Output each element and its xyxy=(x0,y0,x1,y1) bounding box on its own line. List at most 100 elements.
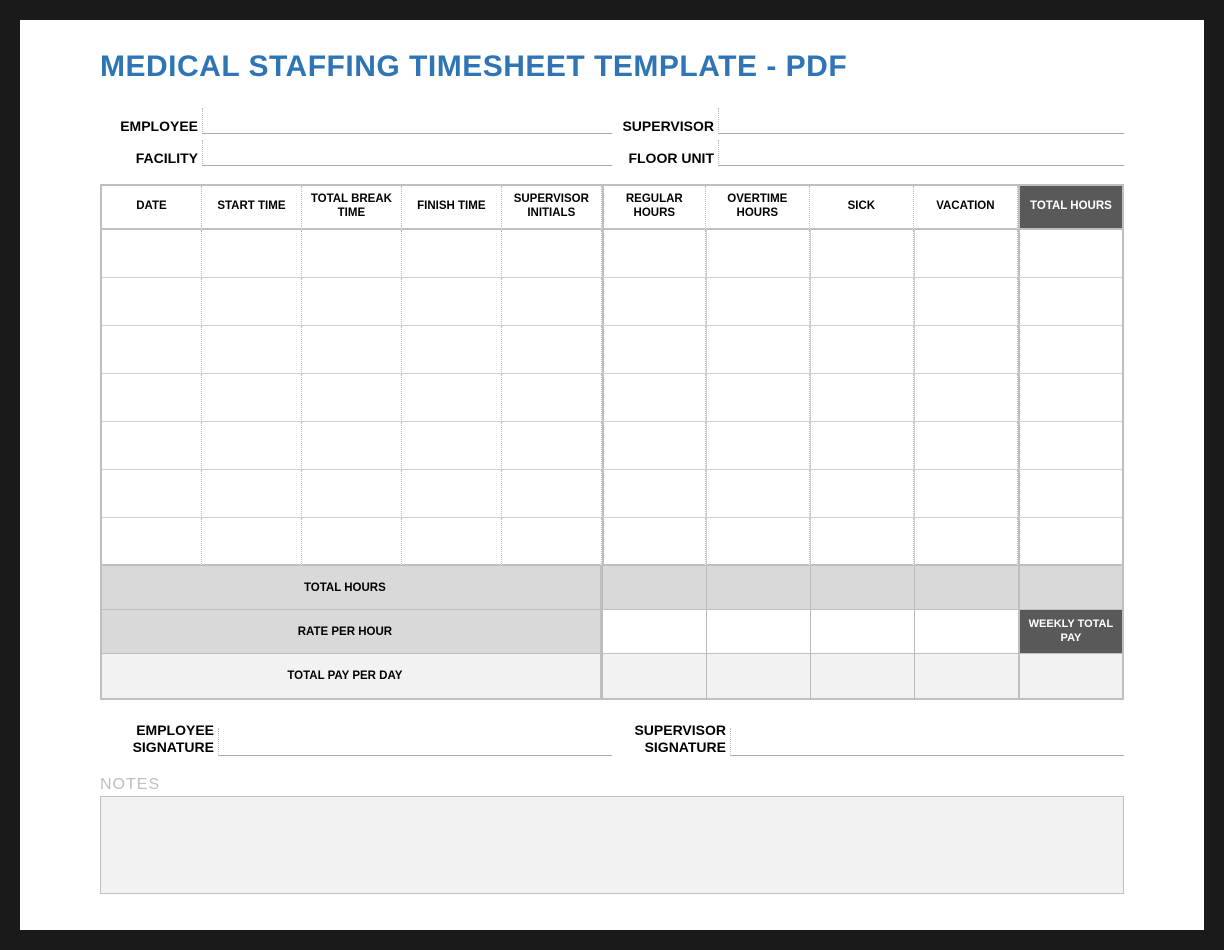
cell-sick[interactable] xyxy=(810,518,914,566)
cell-supervisor-initials[interactable] xyxy=(502,230,602,278)
cell-overtime-hours[interactable] xyxy=(706,422,810,470)
rate-vacation[interactable] xyxy=(914,610,1018,654)
total-pay-per-day-label: TOTAL PAY PER DAY xyxy=(102,654,602,698)
floor-unit-field[interactable] xyxy=(718,140,1124,166)
cell-total-hours[interactable] xyxy=(1018,230,1122,278)
pay-vacation[interactable] xyxy=(914,654,1018,698)
cell-supervisor-initials[interactable] xyxy=(502,470,602,518)
cell-finish-time[interactable] xyxy=(402,422,502,470)
cell-vacation[interactable] xyxy=(914,422,1018,470)
cell-regular-hours[interactable] xyxy=(602,326,706,374)
cell-supervisor-initials[interactable] xyxy=(502,278,602,326)
cell-overtime-hours[interactable] xyxy=(706,470,810,518)
total-hours-overtime[interactable] xyxy=(706,566,810,610)
cell-finish-time[interactable] xyxy=(402,470,502,518)
cell-vacation[interactable] xyxy=(914,230,1018,278)
cell-total-hours[interactable] xyxy=(1018,422,1122,470)
cell-regular-hours[interactable] xyxy=(602,470,706,518)
cell-total-hours[interactable] xyxy=(1018,374,1122,422)
total-hours-vacation[interactable] xyxy=(914,566,1018,610)
cell-vacation[interactable] xyxy=(914,374,1018,422)
col-sick: SICK xyxy=(810,186,914,230)
cell-finish-time[interactable] xyxy=(402,518,502,566)
cell-start-time[interactable] xyxy=(202,278,302,326)
pay-regular[interactable] xyxy=(602,654,706,698)
cell-finish-time[interactable] xyxy=(402,230,502,278)
cell-start-time[interactable] xyxy=(202,422,302,470)
cell-date[interactable] xyxy=(102,374,202,422)
cell-regular-hours[interactable] xyxy=(602,518,706,566)
cell-vacation[interactable] xyxy=(914,470,1018,518)
pay-sick[interactable] xyxy=(810,654,914,698)
cell-finish-time[interactable] xyxy=(402,374,502,422)
total-hours-regular[interactable] xyxy=(602,566,706,610)
pay-overtime[interactable] xyxy=(706,654,810,698)
cell-finish-time[interactable] xyxy=(402,278,502,326)
cell-total-hours[interactable] xyxy=(1018,518,1122,566)
cell-start-time[interactable] xyxy=(202,326,302,374)
cell-sick[interactable] xyxy=(810,326,914,374)
cell-date[interactable] xyxy=(102,470,202,518)
cell-vacation[interactable] xyxy=(914,278,1018,326)
col-total-hours: TOTAL HOURS xyxy=(1018,186,1122,230)
total-hours-sick[interactable] xyxy=(810,566,914,610)
cell-supervisor-initials[interactable] xyxy=(502,422,602,470)
cell-regular-hours[interactable] xyxy=(602,422,706,470)
cell-date[interactable] xyxy=(102,278,202,326)
cell-total-break-time[interactable] xyxy=(302,278,402,326)
rate-regular[interactable] xyxy=(602,610,706,654)
employee-signature-field[interactable] xyxy=(218,728,612,756)
cell-overtime-hours[interactable] xyxy=(706,518,810,566)
cell-overtime-hours[interactable] xyxy=(706,326,810,374)
cell-vacation[interactable] xyxy=(914,326,1018,374)
cell-sick[interactable] xyxy=(810,230,914,278)
cell-overtime-hours[interactable] xyxy=(706,374,810,422)
employee-label: EMPLOYEE xyxy=(100,118,202,134)
cell-regular-hours[interactable] xyxy=(602,374,706,422)
cell-supervisor-initials[interactable] xyxy=(502,374,602,422)
cell-start-time[interactable] xyxy=(202,230,302,278)
cell-date[interactable] xyxy=(102,518,202,566)
cell-supervisor-initials[interactable] xyxy=(502,518,602,566)
supervisor-signature-field[interactable] xyxy=(730,728,1124,756)
cell-overtime-hours[interactable] xyxy=(706,278,810,326)
cell-total-hours[interactable] xyxy=(1018,470,1122,518)
cell-total-break-time[interactable] xyxy=(302,374,402,422)
cell-total-hours[interactable] xyxy=(1018,326,1122,374)
cell-total-hours[interactable] xyxy=(1018,278,1122,326)
cell-total-break-time[interactable] xyxy=(302,518,402,566)
supervisor-field[interactable] xyxy=(718,108,1124,134)
cell-sick[interactable] xyxy=(810,470,914,518)
cell-regular-hours[interactable] xyxy=(602,278,706,326)
cell-vacation[interactable] xyxy=(914,518,1018,566)
cell-total-break-time[interactable] xyxy=(302,470,402,518)
cell-date[interactable] xyxy=(102,230,202,278)
rate-sick[interactable] xyxy=(810,610,914,654)
col-total-break-time: TOTAL BREAK TIME xyxy=(302,186,402,230)
cell-start-time[interactable] xyxy=(202,470,302,518)
col-regular-hours: REGULAR HOURS xyxy=(602,186,706,230)
employee-field[interactable] xyxy=(202,108,612,134)
cell-total-break-time[interactable] xyxy=(302,230,402,278)
total-hours-total[interactable] xyxy=(1018,566,1122,610)
weekly-total-pay[interactable] xyxy=(1018,654,1122,698)
cell-supervisor-initials[interactable] xyxy=(502,326,602,374)
cell-total-break-time[interactable] xyxy=(302,422,402,470)
supervisor-label: SUPERVISOR xyxy=(612,118,718,134)
cell-date[interactable] xyxy=(102,326,202,374)
cell-overtime-hours[interactable] xyxy=(706,230,810,278)
cell-sick[interactable] xyxy=(810,422,914,470)
cell-start-time[interactable] xyxy=(202,518,302,566)
cell-date[interactable] xyxy=(102,422,202,470)
cell-regular-hours[interactable] xyxy=(602,230,706,278)
cell-start-time[interactable] xyxy=(202,374,302,422)
facility-field[interactable] xyxy=(202,140,612,166)
notes-field[interactable] xyxy=(100,796,1124,894)
cell-sick[interactable] xyxy=(810,374,914,422)
cell-finish-time[interactable] xyxy=(402,326,502,374)
rate-overtime[interactable] xyxy=(706,610,810,654)
total-pay-per-day-row: TOTAL PAY PER DAY xyxy=(102,654,1122,698)
total-hours-label: TOTAL HOURS xyxy=(102,566,602,610)
cell-total-break-time[interactable] xyxy=(302,326,402,374)
cell-sick[interactable] xyxy=(810,278,914,326)
